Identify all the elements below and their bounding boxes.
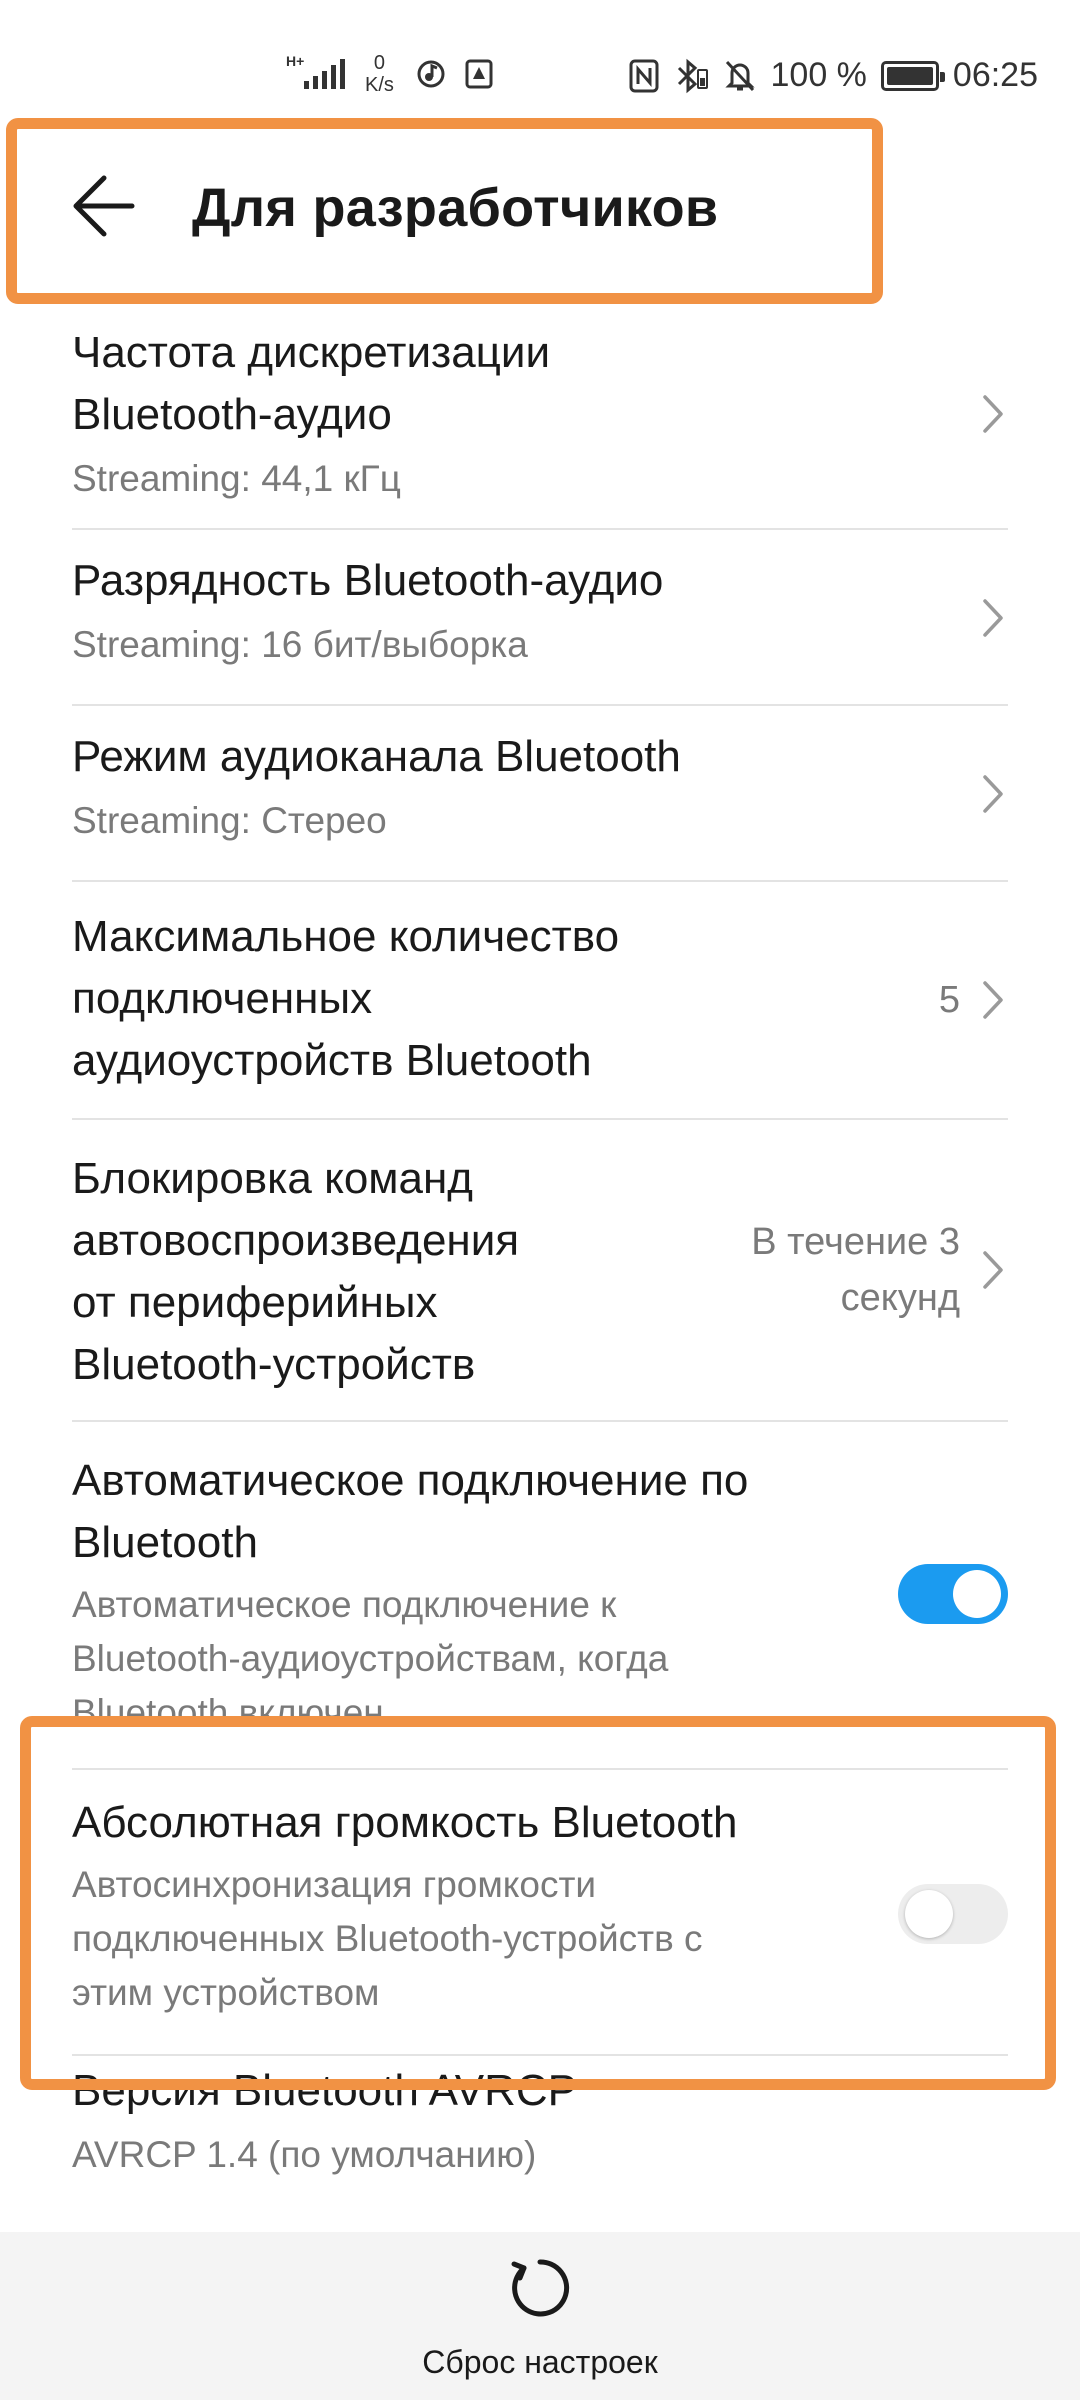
item-subtitle: Streaming: 16 бит/выборка <box>72 624 528 665</box>
item-title-line: Максимальное количество <box>72 912 620 961</box>
net-speed-value: 0 <box>373 52 386 74</box>
item-value-line: В течение 3 <box>751 1221 960 1263</box>
settings-list: Частота дискретизации Bluetooth-аудио St… <box>0 296 1080 2236</box>
item-title-line: Блокировка команд <box>72 1154 473 1203</box>
chevron-right-icon <box>982 980 1004 1020</box>
item-title-line: Bluetooth <box>72 1518 258 1567</box>
item-subtitle-line: подключенных Bluetooth-устройств с <box>72 1918 703 1959</box>
status-bar: H+ 0 K/s 100 % 06:25 <box>0 0 1080 120</box>
back-arrow-icon <box>73 175 135 237</box>
screenshot-icon <box>462 57 496 91</box>
list-item-bluetooth-absolute-volume: Абсолютная громкость Bluetooth Автосинхр… <box>0 1770 1080 2054</box>
music-icon <box>414 57 448 91</box>
item-subtitle-line: Bluetooth-аудиоустройствам, когда <box>72 1638 669 1679</box>
refresh-icon <box>511 2259 570 2317</box>
list-item-bluetooth-avrcp-version[interactable]: Версия Bluetooth AVRCP AVRCP 1.4 (по умо… <box>0 2056 1080 2236</box>
item-title-line: подключенных <box>72 974 373 1023</box>
item-title-line: от периферийных <box>72 1278 438 1327</box>
clock: 06:25 <box>952 56 1038 94</box>
bottom-bar: Сброс настроек <box>0 2232 1080 2400</box>
item-title-line: Автоматическое подключение по <box>72 1456 749 1505</box>
signal-icon: H+ <box>286 53 345 89</box>
network-type: H+ <box>286 53 305 69</box>
item-subtitle: Streaming: Стерео <box>72 800 387 841</box>
list-item-bluetooth-auto-connect: Автоматическое подключение по Bluetooth … <box>0 1422 1080 1768</box>
battery-icon <box>880 60 945 91</box>
status-bar-right: 100 % 06:25 <box>627 56 1038 95</box>
item-value: В течение 3 секунд <box>751 1214 960 1326</box>
item-title-line: аудиоустройств Bluetooth <box>72 1036 592 1085</box>
chevron-right-icon <box>982 1250 1004 1290</box>
list-item-block-playback-commands[interactable]: Блокировка команд автовоспроизведения от… <box>0 1120 1080 1420</box>
toggle-knob <box>905 1890 953 1938</box>
mute-icon <box>723 59 757 93</box>
item-value-line: секунд <box>840 1277 960 1319</box>
item-title-line: Bluetooth-аудио <box>72 390 392 439</box>
item-subtitle-line: Bluetooth включен <box>72 1692 384 1733</box>
item-title-line: Частота дискретизации <box>72 328 551 377</box>
item-subtitle-line: Автоматическое подключение к <box>72 1584 617 1625</box>
auto-connect-toggle[interactable] <box>898 1564 1008 1624</box>
reset-button[interactable] <box>506 2254 574 2322</box>
back-button[interactable] <box>68 170 140 242</box>
item-title: Версия Bluetooth AVRCP <box>72 2066 577 2115</box>
nfc-icon <box>627 59 661 93</box>
item-subtitle-line: Автосинхронизация громкости <box>72 1864 597 1905</box>
reset-label[interactable]: Сброс настроек <box>0 2344 1080 2381</box>
item-value: 5 <box>938 979 960 1021</box>
toggle-knob <box>953 1570 1001 1618</box>
item-title: Абсолютная громкость Bluetooth <box>72 1798 738 1847</box>
list-item-max-connected-audio-devices[interactable]: Максимальное количество подключенных ауд… <box>0 882 1080 1118</box>
item-subtitle-line: этим устройством <box>72 1972 380 2013</box>
bluetooth-icon <box>675 58 709 93</box>
battery-percent: 100 % <box>770 56 867 94</box>
item-subtitle: AVRCP 1.4 (по умолчанию) <box>72 2134 537 2175</box>
list-item-bluetooth-bits-per-sample[interactable]: Разрядность Bluetooth-аудио Streaming: 1… <box>0 530 1080 704</box>
item-title: Разрядность Bluetooth-аудио <box>72 556 664 605</box>
list-item-bluetooth-sample-rate[interactable]: Частота дискретизации Bluetooth-аудио St… <box>0 296 1080 528</box>
item-title: Режим аудиоканала Bluetooth <box>72 732 681 781</box>
chevron-right-icon <box>982 774 1004 814</box>
page-title: Для разработчиков <box>192 178 719 238</box>
item-subtitle: Streaming: 44,1 кГц <box>72 458 401 499</box>
net-speed-unit: K/s <box>365 74 394 96</box>
app-bar: Для разработчиков <box>0 120 1080 294</box>
item-title-line: Bluetooth-устройств <box>72 1340 476 1389</box>
item-title-line: автовоспроизведения <box>72 1216 520 1265</box>
absolute-volume-toggle[interactable] <box>898 1884 1008 1944</box>
net-speed: 0 K/s <box>365 52 394 96</box>
list-item-bluetooth-channel-mode[interactable]: Режим аудиоканала Bluetooth Streaming: С… <box>0 706 1080 880</box>
chevron-right-icon <box>982 394 1004 434</box>
chevron-right-icon <box>982 598 1004 638</box>
status-bar-left: H+ 0 K/s <box>286 52 496 96</box>
